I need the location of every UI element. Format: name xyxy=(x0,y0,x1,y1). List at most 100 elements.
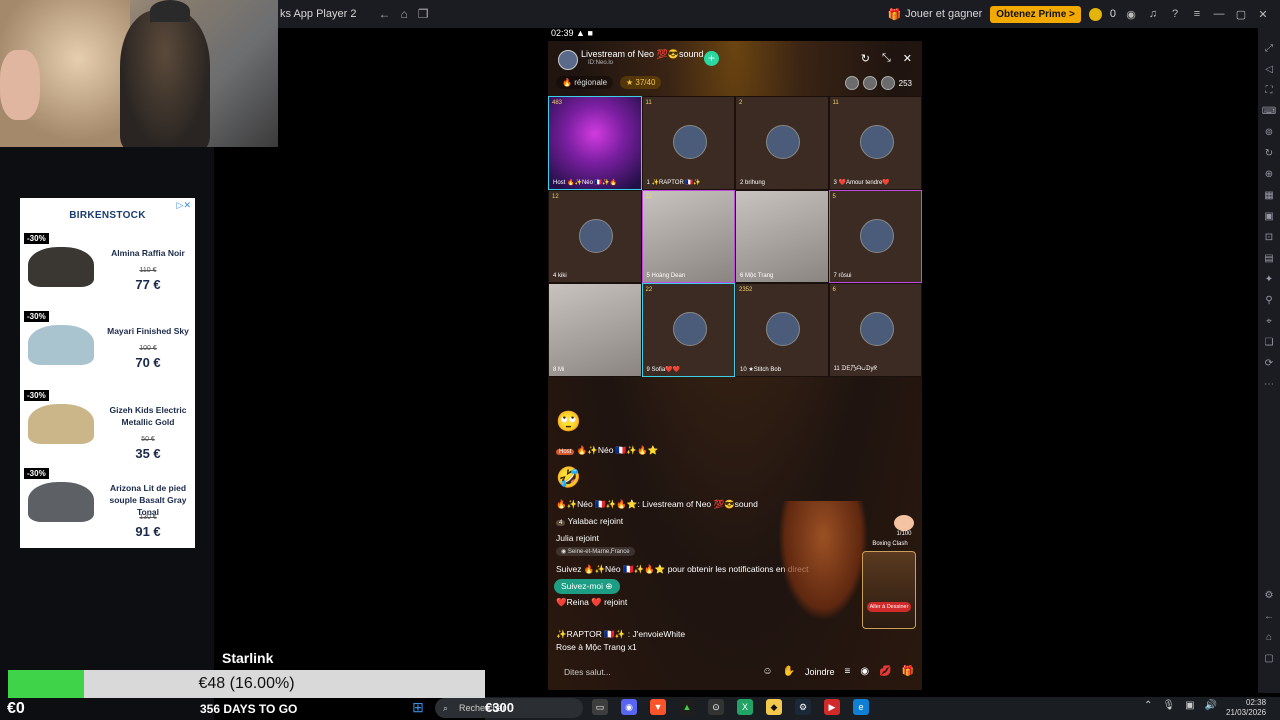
steam-icon[interactable]: ⊙ xyxy=(708,699,724,715)
location-icon[interactable]: ⌖ xyxy=(1266,315,1272,329)
menu-icon[interactable]: ≡ xyxy=(1190,8,1204,20)
back-icon[interactable]: ← xyxy=(378,7,390,21)
guest-slot[interactable]: 11 1 ✨RAPTOR 🇫🇷✨ xyxy=(641,96,735,190)
pin-icon: ◉ xyxy=(561,549,568,555)
guest-name: 10 ★Stitch Bob xyxy=(740,366,782,373)
ad-product[interactable]: -30% Almina Raffia Noir 110 € 77 € xyxy=(20,233,195,311)
guest-slot[interactable]: 5 7 rōsui xyxy=(828,189,922,284)
media-icon[interactable]: ▤ xyxy=(1264,252,1273,266)
guest-slot[interactable]: 8 Mi xyxy=(548,283,642,377)
guest-points: 2 xyxy=(739,100,743,106)
discord-icon[interactable]: ◉ xyxy=(621,699,637,715)
prime-button[interactable]: Obtenez Prime > xyxy=(990,5,1081,23)
help-icon[interactable]: ? xyxy=(1168,8,1182,20)
bluestacks-player-icon[interactable]: ◆ xyxy=(766,699,782,715)
sync-icon[interactable]: ⟳ xyxy=(1265,357,1273,371)
game-icon[interactable]: ◉ xyxy=(860,666,869,677)
close-stream-icon[interactable]: ✕ xyxy=(903,52,912,65)
cocktail-glass-decoration xyxy=(778,501,868,621)
edge-icon[interactable]: e xyxy=(853,699,869,715)
record-icon[interactable]: ⊚ xyxy=(1265,126,1273,140)
macro-icon[interactable]: ▦ xyxy=(1264,189,1273,203)
follow-me-button[interactable]: Suivez-moi ⊕ xyxy=(554,579,620,594)
gift-box-icon[interactable] xyxy=(894,515,914,531)
guest-slot[interactable]: 22 9 Sofia❤️❤️ xyxy=(641,283,735,377)
taskbar-clock[interactable]: 02:38 21/03/2026 xyxy=(1226,698,1266,718)
host-avatar[interactable] xyxy=(558,50,578,70)
refresh-icon[interactable]: ↻ xyxy=(1265,147,1273,161)
android-recents-icon[interactable]: ▢ xyxy=(1264,652,1273,666)
bluestacks-icon[interactable]: ▲ xyxy=(679,699,695,715)
shake-icon[interactable]: ✦ xyxy=(1265,273,1273,287)
steam-client-icon[interactable]: ⚙ xyxy=(795,699,811,715)
draw-widget-button[interactable]: Aller à Dessiner xyxy=(867,602,911,612)
android-back-icon[interactable]: ← xyxy=(1264,610,1274,624)
menu-icon[interactable]: ≡ xyxy=(845,666,851,677)
volume-side-icon[interactable]: ◁ xyxy=(1265,63,1273,77)
network-icon[interactable]: ▣ xyxy=(1185,700,1194,711)
boxing-clash-label[interactable]: Boxing Clash xyxy=(862,541,918,547)
follow-plus-button[interactable]: + xyxy=(704,51,719,66)
phone-statusbar xyxy=(548,28,922,41)
goal-start-amount: €0 xyxy=(7,700,25,717)
gift-icon[interactable]: 🎁 xyxy=(902,666,914,677)
android-home-icon[interactable]: ⌂ xyxy=(1266,631,1272,645)
gamepad-icon[interactable]: ⊕ xyxy=(1265,168,1273,182)
guest-slot[interactable]: 6 11 ᗪE乃ᗩ∪ᗪyᖇ xyxy=(828,283,922,377)
guest-slot[interactable]: 11 5 Hoàng Dean xyxy=(641,189,735,284)
account-icon[interactable]: ◉ xyxy=(1124,8,1138,21)
file-explorer-icon[interactable]: ▭ xyxy=(592,699,608,715)
guest-name: 6 Mộc Trang xyxy=(740,273,774,280)
brave-icon[interactable]: ▼ xyxy=(650,699,666,715)
camera-icon[interactable]: ⊡ xyxy=(1265,231,1273,245)
microphone-icon[interactable]: 🎙 xyxy=(1162,700,1175,711)
share-icon[interactable]: ↻ xyxy=(861,52,870,65)
windows-start-icon[interactable]: ⊞ xyxy=(410,699,426,715)
livestream-screen: Livestream of Neo 💯😎sound ID:Neo.lo + ↻ … xyxy=(548,41,922,690)
viewers[interactable]: 253 xyxy=(844,76,912,90)
minimize-stream-icon[interactable]: ⤡ xyxy=(882,52,891,65)
more-icon[interactable]: ⋯ xyxy=(1264,378,1274,392)
join-button[interactable]: Joindre xyxy=(805,667,835,677)
close-icon[interactable]: ✕ xyxy=(1256,8,1270,21)
guest-slot[interactable]: 6 Mộc Trang xyxy=(735,189,829,284)
eco-icon[interactable]: ⚲ xyxy=(1265,294,1272,308)
stream-header: Livestream of Neo 💯😎sound ID:Neo.lo + ↻ … xyxy=(548,41,922,95)
guest-slot[interactable]: 12 4 kiki xyxy=(548,189,642,284)
maximize-icon[interactable]: ▢ xyxy=(1234,8,1248,21)
media-player-icon[interactable]: ▶ xyxy=(824,699,840,715)
minimize-icon[interactable]: — xyxy=(1212,8,1226,20)
keyboard-icon[interactable]: ⌨ xyxy=(1262,105,1276,119)
tray-chevron-icon[interactable]: ⌃ xyxy=(1144,700,1152,711)
multi-window-icon[interactable]: ❐ xyxy=(418,7,429,21)
ad-product[interactable]: -30% Mayari Finished Sky 100 € 70 € xyxy=(20,311,195,389)
emoji-icon[interactable]: ☺ xyxy=(762,666,772,677)
birkenstock-ad[interactable]: ▷✕ BIRKENSTOCK -30% Almina Raffia Noir 110… xyxy=(20,198,195,548)
hand-icon[interactable]: ✋ xyxy=(783,666,795,677)
guest-slot[interactable]: 2 2 brihung xyxy=(735,96,829,190)
screenshot-icon[interactable]: ▣ xyxy=(1264,210,1273,224)
product-old-price: 110 € xyxy=(139,267,157,274)
layers-icon[interactable]: ❏ xyxy=(1265,336,1274,350)
home-icon[interactable]: ⌂ xyxy=(400,7,407,21)
excel-icon[interactable]: X xyxy=(737,699,753,715)
ad-product[interactable]: -30% Arizona Lit de pied souple Basalt Gr… xyxy=(20,468,195,546)
play-earn-button[interactable]: 🎁 Jouer et gagner xyxy=(887,8,982,21)
expand-icon[interactable]: ⤢ xyxy=(1265,42,1273,56)
product-price: 35 € xyxy=(135,446,161,461)
volume-icon[interactable]: 🔊 xyxy=(1205,700,1217,711)
ad-product[interactable]: -30% Gizeh Kids Electric Metallic Gold 50 … xyxy=(20,390,195,468)
guest-slot[interactable]: 483 Host 🔥✨Néo 🇫🇷✨🔥 xyxy=(548,96,642,190)
draw-widget[interactable]: Aller à Dessiner xyxy=(862,551,916,629)
settings-icon[interactable]: ⚙ xyxy=(1265,589,1274,603)
region-badge[interactable]: 🔥 régionale xyxy=(556,76,614,89)
say-hello-input[interactable]: Dites salut... xyxy=(556,667,756,677)
guest-name: 7 rōsui xyxy=(833,273,852,280)
guest-slot[interactable]: 11 3 ❤️Amour tendre❤️ xyxy=(828,96,922,190)
guest-slot[interactable]: 2352 10 ★Stitch Bob xyxy=(735,283,829,377)
bluestacks-titlebar: ks App Player 2 ← ⌂ ❐ 🎁 Jouer et gagner … xyxy=(278,0,1280,28)
fullscreen-icon[interactable]: ⛶ xyxy=(1266,84,1273,98)
score-badge[interactable]: ★ 37/40 xyxy=(620,76,662,89)
lips-icon[interactable]: 💋 xyxy=(879,666,891,677)
bell-icon[interactable]: ♫ xyxy=(1146,8,1160,20)
